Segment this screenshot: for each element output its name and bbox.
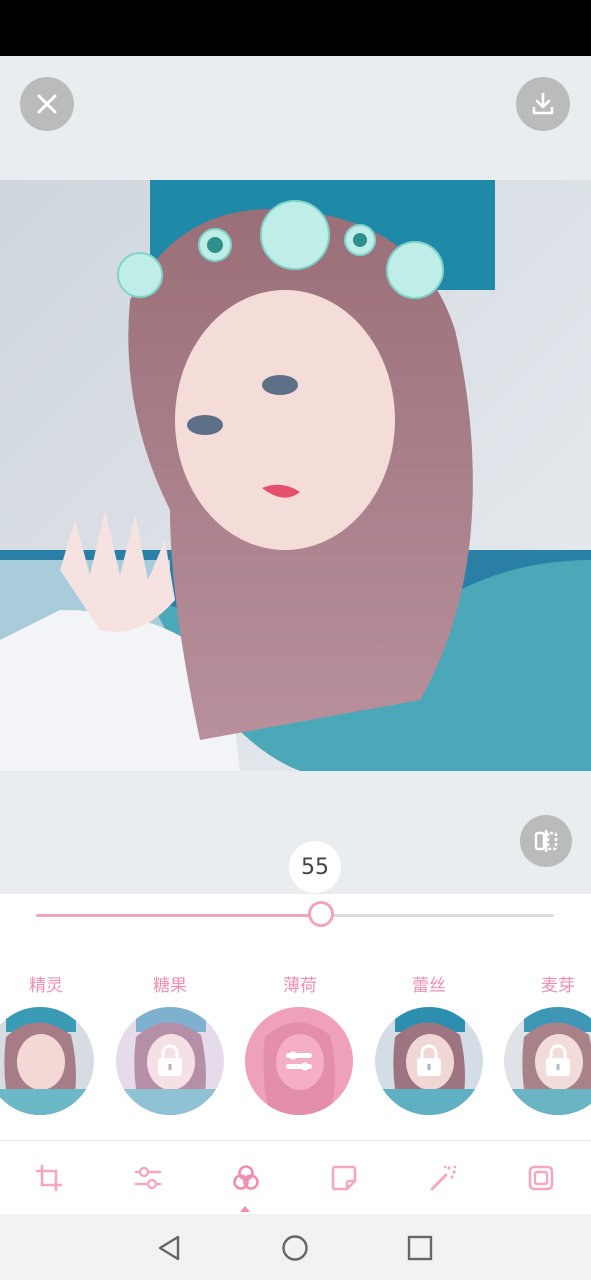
- crop-icon: [35, 1164, 63, 1192]
- frame-icon: [528, 1165, 554, 1191]
- filter-label-jingling: 精灵: [29, 976, 63, 996]
- slider-value-bubble: 55: [289, 841, 341, 893]
- sticker-icon: [331, 1165, 357, 1191]
- filter-thumb-bohe[interactable]: [245, 1007, 353, 1115]
- tool-crop[interactable]: [29, 1158, 69, 1198]
- download-button[interactable]: [516, 77, 570, 131]
- home-icon: [282, 1235, 308, 1261]
- close-icon: [37, 94, 57, 114]
- nav-back-button[interactable]: [149, 1228, 189, 1268]
- lock-icon: [417, 1044, 441, 1076]
- filter-label-tangguo: 糖果: [153, 976, 187, 996]
- status-bar: [0, 0, 591, 56]
- lock-icon: [158, 1044, 182, 1076]
- nav-home-button[interactable]: [275, 1228, 315, 1268]
- filter-label-maiya: 麦芽: [541, 976, 575, 996]
- photo-preview[interactable]: [0, 180, 591, 771]
- magic-wand-icon: [430, 1165, 457, 1191]
- adjust-icon: [134, 1166, 162, 1190]
- nav-recents-button[interactable]: [400, 1228, 440, 1268]
- close-button[interactable]: [20, 77, 74, 131]
- adjust-sliders-icon: [286, 1051, 312, 1071]
- recents-icon: [407, 1235, 433, 1261]
- compare-icon: [534, 830, 558, 852]
- tool-frame[interactable]: [521, 1158, 561, 1198]
- compare-button[interactable]: [520, 815, 572, 867]
- intensity-slider-thumb[interactable]: [307, 901, 334, 927]
- download-icon: [532, 92, 554, 115]
- tool-sticker[interactable]: [324, 1158, 364, 1198]
- filter-label-bohe: 薄荷: [283, 976, 317, 996]
- filter-thumb-tangguo[interactable]: [116, 1007, 224, 1115]
- active-tool-indicator: [240, 1206, 250, 1212]
- back-icon: [158, 1235, 180, 1261]
- lock-icon: [546, 1044, 570, 1076]
- filter-icon: [233, 1165, 259, 1190]
- tool-filter[interactable]: [226, 1158, 266, 1198]
- intensity-slider-track[interactable]: [36, 914, 554, 917]
- toolbar-divider: [0, 1140, 591, 1141]
- filter-label-leisi: 蕾丝: [412, 976, 446, 996]
- filter-thumb-maiya[interactable]: [504, 1007, 591, 1115]
- intensity-slider-fill: [36, 914, 321, 917]
- tool-magic[interactable]: [423, 1158, 463, 1198]
- filter-thumb-leisi[interactable]: [375, 1007, 483, 1115]
- tool-adjust[interactable]: [128, 1158, 168, 1198]
